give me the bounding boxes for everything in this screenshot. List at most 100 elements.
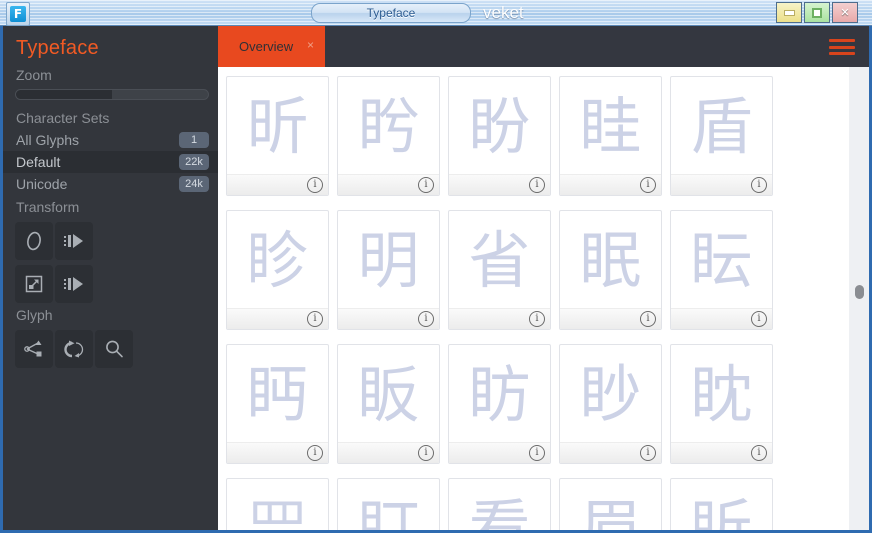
glyph-cell[interactable]: 省i: [448, 210, 551, 330]
glyph-cell[interactable]: 眠i: [559, 210, 662, 330]
app-icon-letter: F: [10, 6, 26, 22]
glyph-cell[interactable]: 眄i: [226, 344, 329, 464]
info-circle-icon[interactable]: i: [640, 445, 656, 461]
glyph-character: 罒: [246, 491, 309, 530]
embolden-arrow-icon[interactable]: [55, 222, 93, 260]
rotate-flip-icon[interactable]: [55, 330, 93, 368]
glyph-cell-footer: i: [227, 442, 328, 463]
top-bar: Overview ×: [218, 26, 869, 67]
glyph-character: 眃: [690, 223, 753, 297]
glyph-cell[interactable]: 眆i: [448, 344, 551, 464]
glyph-character: 明: [357, 223, 420, 297]
tab-overview[interactable]: Overview ×: [218, 26, 325, 67]
info-circle-icon[interactable]: i: [529, 311, 545, 327]
sidebar-item-all-glyphs[interactable]: All Glyphs 1: [3, 129, 218, 151]
glyph-cell[interactable]: 眃i: [670, 210, 773, 330]
glyph-cell[interactable]: 盻i: [337, 76, 440, 196]
minimize-button[interactable]: [776, 2, 802, 23]
glyph-cell[interactable]: 眈i: [670, 344, 773, 464]
glyph-cell[interactable]: 明i: [337, 210, 440, 330]
sidebar-item-label: All Glyphs: [16, 132, 80, 148]
glyph-cell-footer: i: [449, 308, 550, 329]
info-circle-icon[interactable]: i: [307, 177, 323, 193]
glyph-cell[interactable]: 眅i: [337, 344, 440, 464]
character-sets-label: Character Sets: [16, 110, 110, 126]
glyph-character: 盯: [357, 491, 420, 530]
glyph-cell[interactable]: 盼i: [448, 76, 551, 196]
scrollbar-thumb[interactable]: [855, 285, 864, 299]
glyph-character: 眠: [579, 223, 642, 297]
hamburger-bar: [829, 45, 855, 49]
sidebar-item-label: Unicode: [16, 176, 68, 192]
sidebar-item-default[interactable]: Default 22k: [3, 151, 218, 173]
info-circle-icon[interactable]: i: [418, 311, 434, 327]
glyph-section-label: Glyph: [16, 307, 53, 323]
glyph-character: 省: [468, 223, 531, 297]
glyph-cell-footer: i: [560, 442, 661, 463]
glyph-cell[interactable]: 看i: [448, 478, 551, 530]
window-controls: ✕: [774, 2, 858, 24]
glyph-cell-footer: i: [338, 442, 439, 463]
zoom-section-label: Zoom: [16, 67, 52, 83]
minimize-icon: [783, 9, 795, 16]
close-icon: ✕: [840, 6, 850, 19]
hamburger-menu-icon[interactable]: [829, 39, 855, 55]
glyph-cell-footer: i: [671, 174, 772, 195]
glyph-cell-footer: i: [227, 174, 328, 195]
info-circle-icon[interactable]: i: [529, 177, 545, 193]
info-circle-icon[interactable]: i: [751, 445, 767, 461]
glyph-cell[interactable]: 眇i: [559, 344, 662, 464]
glyph-cell-footer: i: [671, 308, 772, 329]
search-icon[interactable]: [95, 330, 133, 368]
info-circle-icon[interactable]: i: [418, 177, 434, 193]
glyph-character: 盺: [690, 491, 753, 530]
taskbar-button-typeface[interactable]: Typeface: [311, 3, 471, 23]
zoom-slider[interactable]: [15, 89, 209, 100]
glyph-character: 盼: [468, 89, 531, 163]
info-circle-icon[interactable]: i: [307, 445, 323, 461]
info-circle-icon[interactable]: i: [640, 177, 656, 193]
info-circle-icon[interactable]: i: [640, 311, 656, 327]
sidebar-item-unicode[interactable]: Unicode 24k: [3, 173, 218, 195]
glyph-character: 眆: [468, 357, 531, 431]
tab-label: Overview: [239, 39, 294, 54]
glyph-cell-footer: i: [449, 442, 550, 463]
glyph-cell[interactable]: 眉i: [559, 478, 662, 530]
scale-icon[interactable]: [15, 265, 53, 303]
glyph-character: 眉: [579, 491, 642, 530]
glyph-cell[interactable]: 眭i: [559, 76, 662, 196]
glyph-cell[interactable]: 罒i: [226, 478, 329, 530]
glyph-cell-footer: i: [338, 174, 439, 195]
close-button[interactable]: ✕: [832, 2, 858, 23]
hamburger-bar: [829, 39, 855, 42]
info-circle-icon[interactable]: i: [307, 311, 323, 327]
info-circle-icon[interactable]: i: [751, 311, 767, 327]
maximize-button[interactable]: [804, 2, 830, 23]
node-path-icon[interactable]: [15, 330, 53, 368]
glyph-cell[interactable]: 盾i: [670, 76, 773, 196]
wm-desktop-name: veket: [483, 3, 524, 22]
glyph-cell-footer: i: [671, 442, 772, 463]
glyph-character: 眇: [579, 357, 642, 431]
glyph-cell-footer: i: [560, 174, 661, 195]
info-circle-icon[interactable]: i: [529, 445, 545, 461]
zoom-slider-fill: [16, 90, 112, 99]
oblique-o-icon[interactable]: [15, 222, 53, 260]
glyph-cell[interactable]: 盯i: [337, 478, 440, 530]
info-circle-icon[interactable]: i: [751, 177, 767, 193]
glyph-character: 昕: [246, 89, 309, 163]
status-badge: 1: [179, 132, 209, 148]
maximize-icon: [812, 7, 822, 18]
glyph-cell[interactable]: 眕i: [226, 210, 329, 330]
info-circle-icon[interactable]: i: [418, 445, 434, 461]
status-badge: 22k: [179, 154, 209, 170]
condense-arrow-icon[interactable]: [55, 265, 93, 303]
hamburger-bar: [829, 52, 855, 55]
window-frame: Typeface Zoom Character Sets All Glyphs …: [0, 26, 872, 533]
glyph-cell[interactable]: 昕i: [226, 76, 329, 196]
glyph-character: 盾: [690, 89, 753, 163]
vertical-scrollbar[interactable]: [849, 67, 869, 530]
glyph-cell[interactable]: 盺i: [670, 478, 773, 530]
wm-titlebar: F Typeface veket ✕: [0, 0, 872, 26]
tab-close-icon[interactable]: ×: [307, 39, 314, 51]
